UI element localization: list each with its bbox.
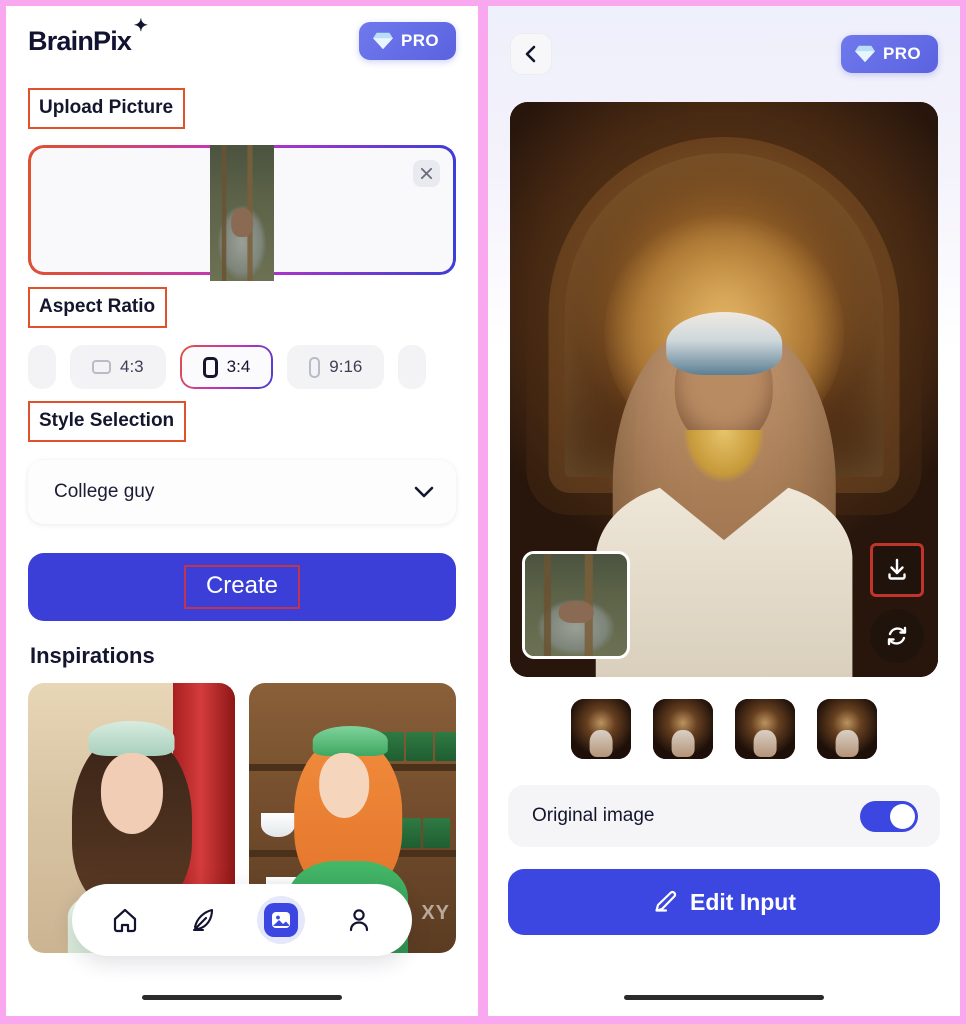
generated-image[interactable] <box>510 102 938 677</box>
rect-landscape-icon <box>92 360 111 374</box>
aspect-chip-partial-left[interactable] <box>28 345 56 389</box>
style-select-value: College guy <box>54 481 155 502</box>
app-frame: BrainPix ✦ PRO Upload Picture Aspect Rat… <box>0 0 966 1024</box>
gallery-badge <box>264 903 298 937</box>
sparkle-icon: ✦ <box>133 15 148 35</box>
app-logo: BrainPix ✦ <box>28 16 148 57</box>
edit-input-button[interactable]: Edit Input <box>508 869 940 935</box>
right-phone-panel: PRO Original image Edit Input <box>488 6 960 1016</box>
right-header: PRO <box>488 6 960 102</box>
brand-name: BrainPix <box>28 25 132 56</box>
nav-item-profile[interactable] <box>335 896 383 944</box>
uploaded-photo-art <box>210 145 274 281</box>
rect-portrait-icon <box>202 356 218 378</box>
create-button[interactable]: Create <box>28 553 456 621</box>
inspiration-watermark: XY <box>421 902 450 924</box>
aspect-ratio-row[interactable]: 4:3 3:4 9:16 <box>6 345 478 389</box>
back-button[interactable] <box>510 33 552 75</box>
left-header: BrainPix ✦ PRO <box>6 6 478 76</box>
original-image-overlay-thumbnail[interactable] <box>522 551 630 659</box>
aspect-chip-partial-right[interactable] <box>398 345 427 389</box>
original-photo-art <box>525 554 627 656</box>
image-action-buttons <box>870 543 924 663</box>
aspect-ratio-label: Aspect Ratio <box>28 287 168 328</box>
style-selection-label: Style Selection <box>28 401 187 442</box>
regenerate-button[interactable] <box>870 609 924 663</box>
refresh-icon <box>887 626 907 646</box>
bottom-navigation[interactable] <box>72 884 412 956</box>
toggle-knob <box>890 803 915 829</box>
nav-item-gallery[interactable] <box>257 896 305 944</box>
create-button-label: Create <box>183 565 301 609</box>
style-select[interactable]: College guy <box>28 460 456 524</box>
original-image-toggle[interactable] <box>860 800 918 832</box>
result-thumbnail-4[interactable] <box>817 699 877 759</box>
chevron-down-icon <box>414 486 434 498</box>
result-thumbnail-2[interactable] <box>653 699 713 759</box>
chevron-left-icon <box>525 45 536 63</box>
inspirations-title: Inspirations <box>30 643 155 668</box>
aspect-chip-4-3[interactable]: 4:3 <box>70 345 166 389</box>
nav-item-create[interactable] <box>179 896 227 944</box>
result-thumbnail-1[interactable] <box>571 699 631 759</box>
home-indicator-left <box>142 995 342 1000</box>
diamond-icon <box>855 45 875 63</box>
result-thumbnail-3[interactable] <box>735 699 795 759</box>
remove-upload-button[interactable] <box>413 160 440 187</box>
pro-button[interactable]: PRO <box>358 22 456 60</box>
pro-label: PRO <box>400 31 439 50</box>
aspect-chip-4-3-label: 4:3 <box>120 357 144 376</box>
pro-button-right[interactable]: PRO <box>840 35 938 73</box>
rect-narrow-icon <box>309 356 321 378</box>
diamond-icon <box>373 32 393 50</box>
left-phone-panel: BrainPix ✦ PRO Upload Picture Aspect Rat… <box>6 6 478 1016</box>
download-button[interactable] <box>870 543 924 597</box>
pencil-icon <box>655 891 677 912</box>
feather-pen-icon <box>192 908 214 932</box>
result-art-3 <box>735 699 795 759</box>
aspect-chip-9-16[interactable]: 9:16 <box>287 345 385 389</box>
nav-item-home[interactable] <box>101 896 149 944</box>
person-icon <box>349 909 369 932</box>
edit-input-label: Edit Input <box>689 888 797 915</box>
result-art-2 <box>653 699 713 759</box>
home-indicator-right <box>624 995 824 1000</box>
aspect-chip-3-4-label: 3:4 <box>226 357 251 376</box>
home-icon <box>113 908 137 933</box>
pro-label-right: PRO <box>882 44 921 63</box>
upload-picture-label: Upload Picture <box>28 88 186 129</box>
upload-dropzone[interactable] <box>28 145 456 281</box>
aspect-chip-3-4[interactable]: 3:4 <box>179 345 274 389</box>
uploaded-image-thumbnail[interactable] <box>210 145 274 281</box>
result-art-4 <box>817 699 877 759</box>
result-art-1 <box>571 699 631 759</box>
aspect-chip-9-16-label: 9:16 <box>329 357 363 376</box>
original-image-label: Original image <box>532 805 655 826</box>
original-image-row: Original image <box>508 785 940 847</box>
image-icon <box>272 912 290 928</box>
close-icon <box>420 167 433 180</box>
result-thumbnails <box>488 699 960 759</box>
download-icon <box>888 558 906 580</box>
